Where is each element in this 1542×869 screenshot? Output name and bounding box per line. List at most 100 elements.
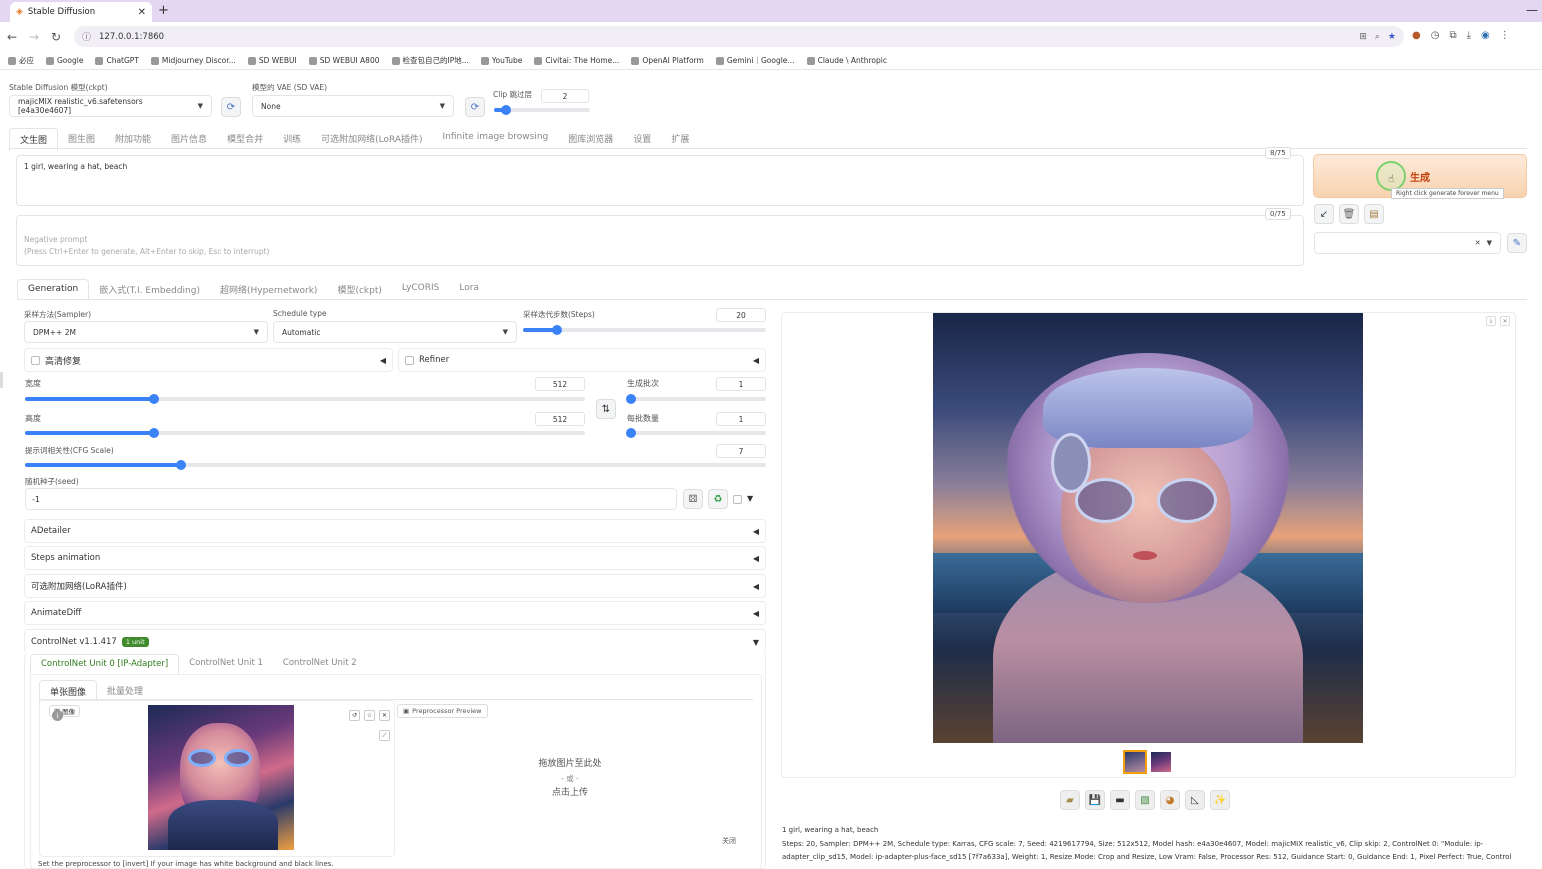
clip-skip-slider[interactable] xyxy=(494,105,590,115)
batch-count-input[interactable]: 1 xyxy=(716,377,766,391)
clip-skip-input[interactable]: 2 xyxy=(541,89,589,103)
batch-size-input[interactable]: 1 xyxy=(716,412,766,426)
bookmark-item[interactable]: Claude \ Anthropic xyxy=(806,56,887,65)
width-input[interactable]: 512 xyxy=(535,377,585,391)
extra-seed-checkbox[interactable] xyxy=(733,495,742,505)
swap-dimensions-button[interactable]: ⇅ xyxy=(596,399,616,419)
styles-button[interactable]: ▤ xyxy=(1364,204,1384,224)
translate-icon[interactable]: ⊞ xyxy=(1359,32,1367,42)
cfg-slider[interactable] xyxy=(25,460,766,470)
sub-tab-5[interactable]: Lora xyxy=(449,279,489,300)
refresh-ckpt-button[interactable]: ⟳ xyxy=(221,97,241,117)
bookmark-item[interactable]: 必应 xyxy=(8,55,34,66)
controlnet-unit-tab-0[interactable]: ControlNet Unit 0 [IP-Adapter] xyxy=(30,654,180,674)
menu-icon[interactable]: ⋮ xyxy=(1500,30,1510,41)
extension-icon[interactable]: ● xyxy=(1412,30,1421,41)
reload-icon[interactable]: ↻ xyxy=(45,30,67,44)
slider-knob[interactable] xyxy=(148,428,159,438)
slider-knob[interactable] xyxy=(500,105,511,115)
window-minimize-icon[interactable]: — xyxy=(1526,3,1538,17)
bookmark-item[interactable]: SD WEBUI xyxy=(247,56,297,65)
schedule-select[interactable]: Automatic ▼ xyxy=(273,321,517,343)
accordion-0[interactable]: ADetailer ◀ xyxy=(24,519,766,543)
close-tab-icon[interactable]: ✕ xyxy=(138,7,146,18)
bookmark-item[interactable]: OpenAI Platform xyxy=(631,56,704,65)
bookmark-item[interactable]: Midjourney Discor... xyxy=(150,56,236,65)
slider-knob[interactable] xyxy=(148,394,159,404)
batch-count-slider[interactable] xyxy=(626,394,766,404)
sparkle-button[interactable]: ✨ xyxy=(1210,790,1230,810)
thumbnail-2[interactable] xyxy=(1151,752,1171,772)
slider-knob[interactable] xyxy=(626,394,636,404)
refiner-accordion[interactable]: Refiner ◀ xyxy=(398,348,766,372)
sub-tab-1[interactable]: 嵌入式(T.I. Embedding) xyxy=(89,279,210,300)
height-input[interactable]: 512 xyxy=(535,412,585,426)
prompt-input[interactable]: 1 girl, wearing a hat, beach xyxy=(16,155,1304,206)
ckpt-select[interactable]: majicMIX realistic_v6.safetensors [e4a30… xyxy=(9,95,212,117)
bookmark-star-icon[interactable]: ★ xyxy=(1388,32,1396,42)
sub-tab-4[interactable]: LyCORIS xyxy=(392,279,450,300)
profile-avatar[interactable]: ◉ xyxy=(1481,30,1490,41)
vae-select[interactable]: None ▼ xyxy=(252,95,454,117)
info-icon[interactable]: i xyxy=(52,710,63,721)
open-folder-button[interactable]: ▰ xyxy=(1060,790,1080,810)
sub-tab-2[interactable]: 超网络(Hypernetwork) xyxy=(210,279,327,300)
steps-input[interactable]: 20 xyxy=(716,308,766,322)
bookmark-item[interactable]: ChatGPT xyxy=(95,56,139,65)
new-tab-icon[interactable]: + xyxy=(158,3,169,18)
close-icon[interactable]: ✕ xyxy=(379,710,390,721)
negative-prompt-input[interactable]: Negative prompt (Press Ctrl+Enter to gen… xyxy=(16,215,1304,266)
slider-knob[interactable] xyxy=(552,325,563,335)
bookmark-item[interactable]: Gemini｜Google... xyxy=(715,55,795,66)
bookmark-item[interactable]: 检查包自己的IP地... xyxy=(391,55,469,66)
forward-icon[interactable]: → xyxy=(23,30,45,44)
close-icon[interactable]: ✕ xyxy=(1500,316,1510,326)
undo-icon[interactable]: ↺ xyxy=(349,710,360,721)
random-seed-button[interactable]: ⚄ xyxy=(683,489,703,509)
brush-icon[interactable]: ⟋ xyxy=(379,730,390,741)
controlnet-accordion[interactable]: ControlNet v1.1.417 1 unit ▼ xyxy=(24,629,766,654)
controlnet-unit-tab-2[interactable]: ControlNet Unit 2 xyxy=(273,654,367,674)
clear-icon[interactable]: ✕ xyxy=(1475,239,1481,247)
back-icon[interactable]: ← xyxy=(1,30,23,44)
browser-tab[interactable]: ◈ Stable Diffusion ✕ xyxy=(10,2,152,22)
clear-prompt-button[interactable]: 🗑 xyxy=(1339,204,1359,224)
hires-fix-checkbox[interactable] xyxy=(31,355,40,365)
slider-knob[interactable] xyxy=(626,428,636,438)
accordion-3[interactable]: AnimateDiff ◀ xyxy=(24,601,766,625)
edit-styles-button[interactable]: ✎ xyxy=(1507,233,1527,253)
batch-size-slider[interactable] xyxy=(626,428,766,438)
sampler-select[interactable]: DPM++ 2M ▼ xyxy=(24,321,268,343)
puzzle-icon[interactable]: ⧉ xyxy=(1449,30,1456,41)
send-to-img2img-button[interactable]: ▧ xyxy=(1135,790,1155,810)
site-info-icon[interactable]: ⓘ xyxy=(82,30,91,43)
bookmark-item[interactable]: YouTube xyxy=(480,56,522,65)
download-icon[interactable]: ⤓ xyxy=(1467,30,1471,41)
slider-knob[interactable] xyxy=(175,460,186,470)
sub-tab-3[interactable]: 模型(ckpt) xyxy=(327,279,391,300)
accordion-2[interactable]: 可选附加网络(LoRA插件) ◀ xyxy=(24,574,766,598)
download-icon[interactable]: ⤓ xyxy=(1486,316,1496,326)
cfg-input[interactable]: 7 xyxy=(716,444,766,458)
refiner-checkbox[interactable] xyxy=(405,355,414,365)
seed-input[interactable]: -1 xyxy=(25,488,677,510)
zoom-icon[interactable]: ⌕ xyxy=(1375,32,1380,42)
styles-select[interactable]: ✕ ▼ xyxy=(1314,232,1501,254)
thumbnail-1[interactable] xyxy=(1123,750,1147,774)
send-to-extras-button[interactable]: ◺ xyxy=(1185,790,1205,810)
refresh-vae-button[interactable]: ⟳ xyxy=(465,97,485,117)
steps-slider[interactable] xyxy=(523,325,766,335)
read-params-button[interactable]: ↙ xyxy=(1314,204,1334,224)
generated-image[interactable] xyxy=(933,313,1363,743)
accordion-1[interactable]: Steps animation ◀ xyxy=(24,546,766,570)
close-preview-button[interactable]: 关闭 xyxy=(722,836,736,846)
sub-tab-0[interactable]: Generation xyxy=(17,279,90,300)
extra-seed-toggle-icon[interactable]: ▼ xyxy=(747,494,753,503)
address-bar[interactable]: ⓘ 127.0.0.1:7860 ⊞ ⌕ ★ xyxy=(74,26,1404,47)
save-button[interactable]: 💾 xyxy=(1085,790,1105,810)
reuse-seed-button[interactable]: ♻ xyxy=(708,489,728,509)
hires-fix-accordion[interactable]: 高清修复 ◀ xyxy=(24,348,393,372)
width-slider[interactable] xyxy=(25,394,585,404)
height-slider[interactable] xyxy=(25,428,585,438)
zip-button[interactable]: ▬ xyxy=(1110,790,1130,810)
